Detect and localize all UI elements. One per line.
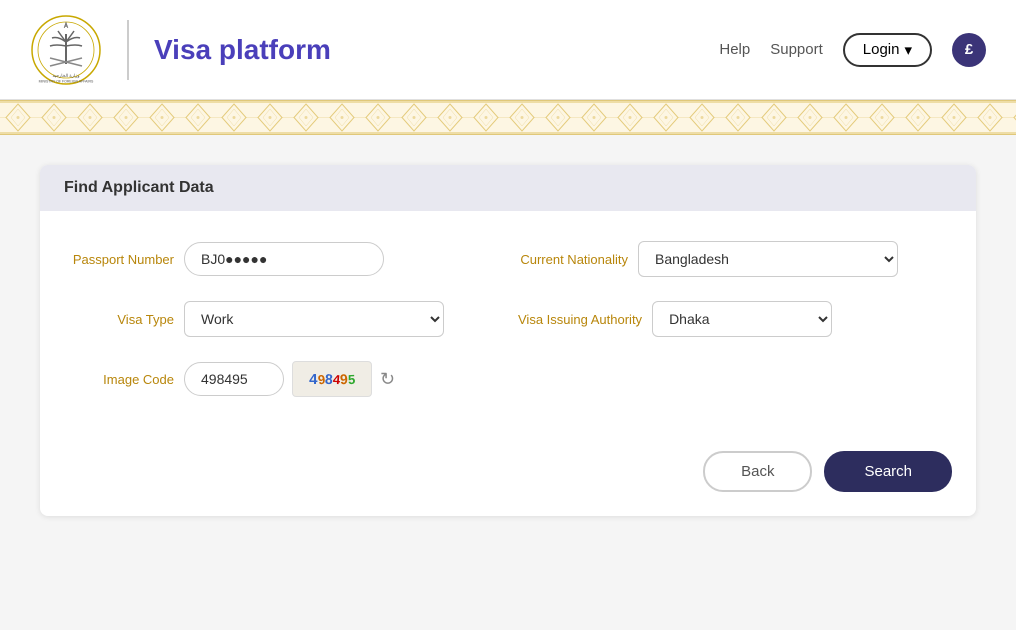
login-button[interactable]: Login ▾	[843, 33, 932, 67]
form-actions: Back Search	[40, 441, 976, 516]
passport-number-label: Passport Number	[64, 252, 174, 267]
header-nav: Help Support Login ▾ £	[719, 33, 986, 67]
form-card-header: Find Applicant Data	[40, 165, 976, 211]
pattern-inner	[0, 101, 1016, 134]
app-title: Visa platform	[154, 34, 331, 66]
decorative-svg	[0, 100, 1016, 135]
passport-number-group: Passport Number	[64, 242, 498, 276]
captcha-image: 4 9 8 4 9 5	[292, 361, 372, 397]
captcha-char-6: 5	[347, 371, 355, 386]
refresh-captcha-button[interactable]: ↻	[380, 369, 395, 390]
image-code-input[interactable]	[184, 362, 284, 396]
visa-type-group: Visa Type Work Visit Residence Student T…	[64, 301, 498, 337]
support-link[interactable]: Support	[770, 41, 823, 58]
form-row-3: Image Code 4 9 8 4 9 5 ↻	[64, 361, 952, 397]
header: وزارة الخارجية MINISTRY OF FOREIGN AFFAI…	[0, 0, 1016, 100]
visa-issuing-authority-select[interactable]: Dhaka Chittagong Sylhet Riyadh Jeddah	[652, 301, 832, 337]
image-code-label: Image Code	[64, 372, 174, 387]
avatar[interactable]: £	[952, 33, 986, 67]
back-button[interactable]: Back	[703, 451, 812, 492]
captcha-container: 4 9 8 4 9 5 ↻	[184, 361, 395, 397]
visa-type-select[interactable]: Work Visit Residence Student Transit	[184, 301, 444, 337]
visa-issuing-authority-label: Visa Issuing Authority	[518, 312, 642, 327]
ministry-emblem-icon: وزارة الخارجية MINISTRY OF FOREIGN AFFAI…	[30, 14, 102, 86]
visa-issuing-authority-group: Visa Issuing Authority Dhaka Chittagong …	[518, 301, 952, 337]
help-link[interactable]: Help	[719, 41, 750, 58]
form-card-body: Passport Number Current Nationality Bang…	[40, 211, 976, 441]
current-nationality-label: Current Nationality	[518, 252, 628, 267]
current-nationality-select[interactable]: Bangladesh Pakistan India Saudi Arabia E…	[638, 241, 898, 277]
logo-divider	[127, 20, 129, 80]
chevron-down-icon: ▾	[904, 41, 912, 59]
form-row-2: Visa Type Work Visit Residence Student T…	[64, 301, 952, 337]
search-button[interactable]: Search	[824, 451, 952, 492]
form-row-1: Passport Number Current Nationality Bang…	[64, 241, 952, 277]
decorative-band	[0, 100, 1016, 135]
ministry-logo: وزارة الخارجية MINISTRY OF FOREIGN AFFAI…	[30, 14, 102, 86]
passport-number-input[interactable]	[184, 242, 384, 276]
visa-type-label: Visa Type	[64, 312, 174, 327]
form-card: Find Applicant Data Passport Number Curr…	[40, 165, 976, 516]
current-nationality-group: Current Nationality Bangladesh Pakistan …	[518, 241, 952, 277]
image-code-group: Image Code 4 9 8 4 9 5 ↻	[64, 361, 952, 397]
svg-text:MINISTRY OF FOREIGN AFFAIRS: MINISTRY OF FOREIGN AFFAIRS	[39, 79, 94, 83]
main-content: Find Applicant Data Passport Number Curr…	[0, 135, 1016, 546]
logo-area: وزارة الخارجية MINISTRY OF FOREIGN AFFAI…	[30, 14, 331, 86]
